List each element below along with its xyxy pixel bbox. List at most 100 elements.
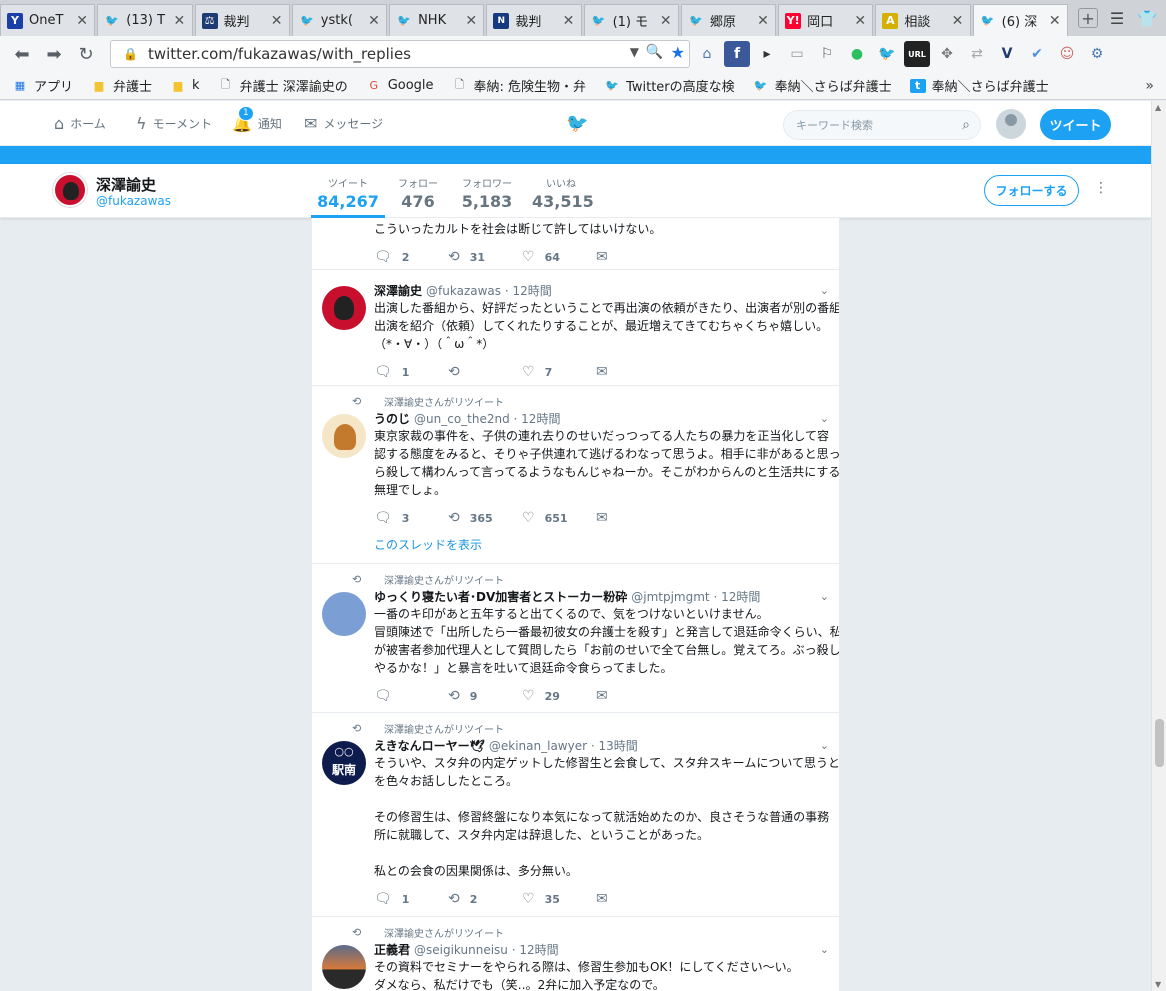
tweet-author-name[interactable]: えきなんローヤー🕊	[374, 739, 485, 753]
browser-tab[interactable]: 🐦 (13) T ✕	[97, 4, 193, 36]
home-icon[interactable]: ⌂	[694, 41, 720, 67]
profile-avatar[interactable]	[53, 173, 87, 207]
browser-tab[interactable]: 🐦 (1) モ ✕	[583, 4, 679, 36]
tweet-avatar[interactable]: ○○ 駅南	[322, 741, 366, 785]
scrollbar-thumb[interactable]	[1155, 719, 1164, 767]
reload-button[interactable]: ↻	[72, 40, 100, 68]
bookmark-item[interactable]: 🐦 Twitterの高度な検	[604, 76, 734, 95]
twitter-extension-icon[interactable]: 🐦	[874, 41, 900, 67]
browser-tab[interactable]: N 裁判 ✕	[486, 4, 582, 36]
reply-button[interactable]: 🗨 1	[374, 364, 448, 380]
back-button[interactable]: ⬅	[8, 40, 36, 68]
tweet-author-name[interactable]: 正義君	[374, 943, 410, 957]
zoom-icon[interactable]: 🔍	[646, 44, 663, 60]
bookmark-item[interactable]: 🗋 奉納: 危険生物・弁	[452, 76, 586, 95]
tweet-avatar[interactable]	[322, 592, 366, 636]
tweet-author-name[interactable]: 深澤諭史	[374, 284, 422, 298]
like-button[interactable]: ♡ 7	[522, 364, 596, 380]
user-avatar-icon[interactable]: ☺	[1054, 41, 1080, 67]
browser-tab[interactable]: Y! 岡口 ✕	[778, 4, 874, 36]
stat-following[interactable]: フォロー 476	[392, 164, 444, 218]
bookmark-item[interactable]: ▆ k	[170, 78, 200, 93]
nav-notifications[interactable]: 🔔 1 通知	[232, 101, 282, 146]
tweet-timestamp[interactable]: · 12時間	[512, 943, 559, 957]
tweet-avatar[interactable]	[322, 414, 366, 458]
tweet-avatar[interactable]	[322, 945, 366, 989]
new-tab-button[interactable]: +	[1078, 8, 1098, 28]
retweet-button[interactable]: ⟲ 9	[448, 688, 522, 704]
retweet-button[interactable]: ⟲	[448, 364, 522, 380]
retweet-button[interactable]: ⟲ 2	[448, 891, 522, 907]
menu-icon[interactable]: ☰	[1106, 7, 1128, 29]
retweet-button[interactable]: ⟲ 365	[448, 510, 522, 526]
like-button[interactable]: ♡ 35	[522, 891, 596, 907]
close-icon[interactable]: ✕	[174, 13, 186, 29]
tweet-timestamp[interactable]: · 12時間	[713, 590, 760, 604]
settings-gear-icon[interactable]: ⚙	[1084, 41, 1110, 67]
browser-tab[interactable]: 🐦 (6) 深 ✕	[972, 4, 1068, 36]
bookmark-item[interactable]: 🐦 奉納＼さらば弁護士	[753, 76, 892, 95]
tweet-author-handle[interactable]: @jmtpjmgmt	[631, 590, 709, 604]
profile-handle[interactable]: @fukazawas	[96, 194, 171, 208]
tweet[interactable]: ⟲ 深澤諭史さんがリツイート 正義君 @seigikunneisu · 12時間 ⌄ その…	[312, 917, 839, 991]
like-button[interactable]: ♡ 651	[522, 510, 596, 526]
nav-home[interactable]: ⌂ ホーム	[54, 101, 106, 146]
tweet[interactable]: こういったカルトを社会は断じて許してはいけない。 🗨 2 ⟲ 31 ♡ 64 ✉	[312, 218, 839, 270]
scroll-down-icon[interactable]: ▼	[1155, 980, 1161, 989]
shuffle-icon[interactable]: ⇄	[964, 41, 990, 67]
tweet[interactable]: ⟲ 深澤諭史さんがリツイート ○○ 駅南 えきなんローヤー🕊 @ekinan_lawyer…	[312, 713, 839, 917]
like-button[interactable]: ♡ 64	[522, 249, 596, 265]
vee-icon[interactable]: V	[994, 41, 1020, 67]
tweet-avatar[interactable]	[322, 286, 366, 330]
chevron-down-icon[interactable]: ⌄	[820, 943, 829, 956]
reply-button[interactable]: 🗨 3	[374, 510, 448, 526]
bookmark-item[interactable]: ▦ アプリ	[12, 76, 73, 95]
retweet-button[interactable]: ⟲ 31	[448, 249, 522, 265]
browser-tab[interactable]: 🐦 NHK ✕	[389, 4, 485, 36]
url-bar[interactable]: 🔒 twitter.com/fukazawas/with_replies ▼ 🔍…	[110, 40, 690, 68]
evernote-icon[interactable]: ●	[844, 41, 870, 67]
bookmark-item[interactable]: 🗋 弁護士 深澤諭史の	[218, 76, 348, 95]
tweet-timestamp[interactable]: · 12時間	[505, 284, 552, 298]
follow-button[interactable]: フォローする	[984, 175, 1079, 206]
chevron-down-icon[interactable]: ⌄	[820, 739, 829, 752]
browser-tab[interactable]: Y OneT ✕	[0, 4, 96, 36]
direct-message-icon[interactable]: ✉	[596, 249, 608, 265]
close-icon[interactable]: ✕	[271, 13, 283, 29]
close-icon[interactable]: ✕	[368, 13, 380, 29]
tweet-timestamp[interactable]: · 12時間	[514, 412, 561, 426]
profile-name[interactable]: 深澤諭史	[96, 174, 156, 195]
account-avatar[interactable]	[996, 109, 1026, 139]
direct-message-icon[interactable]: ✉	[596, 510, 608, 526]
direct-message-icon[interactable]: ✉	[596, 688, 608, 704]
box-icon[interactable]: ▭	[784, 41, 810, 67]
bookmark-item[interactable]: G Google	[366, 78, 433, 93]
bookmark-item[interactable]: ▆ 弁護士	[91, 76, 152, 95]
tweet[interactable]: 深澤諭史 @fukazawas · 12時間 ⌄ 出演した番組から、好評だったというこ…	[312, 270, 839, 386]
direct-message-icon[interactable]: ✉	[596, 364, 608, 380]
tweet[interactable]: ⟲ 深澤諭史さんがリツイート ゆっくり寝たい者･DV加害者とストーカー粉砕 @jmtp…	[312, 564, 839, 713]
tweet-author-handle[interactable]: @un_co_the2nd	[414, 412, 510, 426]
crosshair-icon[interactable]: ✥	[934, 41, 960, 67]
bookmark-item[interactable]: t 奉納＼さらば弁護士	[909, 76, 1049, 95]
tweet-author-handle[interactable]: @seigikunneisu	[414, 943, 508, 957]
browser-tab[interactable]: A 相談 ✕	[875, 4, 971, 36]
close-icon[interactable]: ✕	[1049, 13, 1061, 29]
chevron-down-icon[interactable]: ⌄	[820, 284, 829, 297]
chevron-down-icon[interactable]: ▼	[630, 45, 639, 59]
chevron-down-icon[interactable]: ⌄	[820, 590, 829, 603]
stat-tweets[interactable]: ツイート 84,267	[311, 164, 385, 218]
like-button[interactable]: ♡ 29	[522, 688, 596, 704]
close-icon[interactable]: ✕	[465, 13, 477, 29]
browser-tab[interactable]: 🐦 ystk(✕	[291, 4, 388, 36]
close-icon[interactable]: ✕	[660, 13, 672, 29]
twitter-logo-icon[interactable]: 🐦	[566, 113, 588, 134]
close-icon[interactable]: ✕	[854, 13, 866, 29]
stat-likes[interactable]: いいね 43,515	[532, 164, 594, 218]
close-icon[interactable]: ✕	[76, 13, 88, 29]
show-thread-link[interactable]: このスレッドを表示	[374, 536, 482, 553]
compose-tweet-button[interactable]: ツイート	[1040, 109, 1111, 140]
close-icon[interactable]: ✕	[563, 13, 575, 29]
arrow-right-icon[interactable]: ▸	[754, 41, 780, 67]
facebook-icon[interactable]: f	[724, 41, 750, 67]
